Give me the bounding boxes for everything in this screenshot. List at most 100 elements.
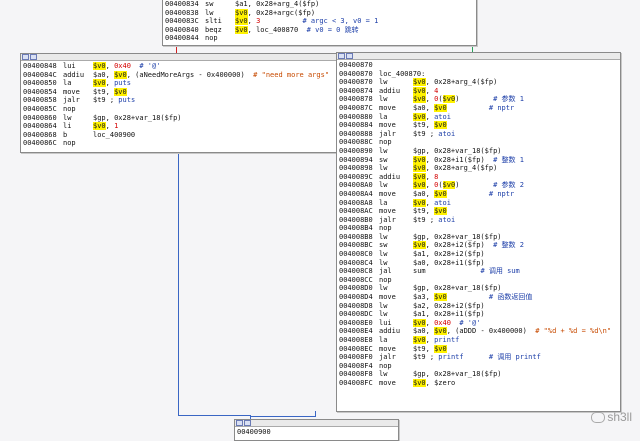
code-line[interactable]: 00400900: [237, 428, 396, 437]
graph-node-icon[interactable]: [22, 54, 29, 60]
code-line[interactable]: 004008A8 la $v0, atoi: [339, 198, 618, 208]
code-line[interactable]: 0040085C nop: [23, 105, 335, 114]
operand[interactable]: atoi: [438, 216, 455, 224]
code-line[interactable]: 004008F8 lw $gp, 0x28+var_18($fp): [339, 370, 618, 379]
code-line[interactable]: 004008AC move $t9, $v0: [339, 207, 618, 216]
code-line[interactable]: 004008EC move $t9, $v0: [339, 344, 618, 354]
code-line[interactable]: 00400868 b loc_400900: [23, 131, 335, 140]
register[interactable]: $v0: [413, 198, 426, 207]
register[interactable]: $v0: [434, 121, 447, 130]
register[interactable]: $v0: [413, 164, 426, 173]
code-block-entry[interactable]: 00400834 sw $a1, 0x28+arg_4($fp) 00400838 lw…: [162, 0, 477, 46]
code-line[interactable]: 00400870: [339, 61, 618, 70]
register[interactable]: $v0: [434, 293, 447, 302]
register[interactable]: $v0: [442, 95, 456, 104]
operand[interactable]: puts: [114, 79, 131, 87]
code-line[interactable]: 00400858 jalr $t9 ; puts: [23, 96, 335, 105]
code-line[interactable]: 00400898 lw $v0, 0x28+arg_4($fp): [339, 164, 618, 173]
code-line[interactable]: 00400844 nop: [165, 34, 474, 43]
register[interactable]: $v0: [235, 8, 248, 17]
code-line[interactable]: 0040087C move $a0, $v0 # nptr: [339, 103, 618, 113]
code-line[interactable]: 004008D4 move $a3, $v0 # 函数返回值: [339, 293, 618, 302]
register[interactable]: $v0: [413, 95, 426, 104]
register[interactable]: $v0: [413, 318, 426, 327]
operand[interactable]: puts: [118, 96, 135, 104]
register[interactable]: $v0: [434, 207, 447, 216]
code-line[interactable]: 004008B0 jalr $t9 ; atoi: [339, 216, 618, 225]
block-titlebar[interactable]: [235, 420, 398, 427]
graph-node-collapse-icon[interactable]: [346, 53, 353, 59]
code-line[interactable]: 00400870 loc_400870:: [339, 70, 618, 79]
code-block-need-more-args[interactable]: 00400848 lui $v0, 0x40 # '@' 0040084C addiu $…: [20, 53, 338, 153]
code-line[interactable]: 00400848 lui $v0, 0x40 # '@': [23, 62, 335, 71]
register[interactable]: $v0: [93, 122, 106, 131]
code-line[interactable]: 004008E4 addiu $a0, $v0, (aDDD - 0x400000)…: [339, 327, 618, 336]
code-line[interactable]: 004008A4 move $a0, $v0 # nptr: [339, 189, 618, 199]
code-line[interactable]: 00400894 sw $v0, 0x28+i1($fp) # 整数 1: [339, 155, 618, 165]
block-titlebar[interactable]: [337, 53, 620, 60]
register[interactable]: $v0: [114, 70, 127, 79]
register[interactable]: $v0: [93, 62, 106, 70]
operand[interactable]: atoi: [438, 130, 455, 138]
register[interactable]: $v0: [93, 79, 106, 88]
graph-node-icon[interactable]: [236, 420, 243, 426]
operand[interactable]: printf: [434, 336, 459, 344]
register[interactable]: $v0: [413, 241, 426, 250]
code-line[interactable]: 0040084C addiu $a0, $v0, (aNeedMoreArgs - …: [23, 70, 335, 80]
register[interactable]: $v0: [434, 103, 447, 112]
register[interactable]: $v0: [235, 25, 248, 34]
code-line[interactable]: 004008C8 jal sum # 调用 sum: [339, 267, 618, 276]
code-line[interactable]: 004008F4 nop: [339, 362, 618, 371]
code-line[interactable]: 00400850 la $v0, puts: [23, 79, 335, 88]
code-block-loc-400870[interactable]: 00400870 00400870 loc_400870: 00400870 lw $v0…: [336, 52, 621, 412]
code-line[interactable]: 0040086C nop: [23, 139, 335, 148]
code-line[interactable]: 004008CC nop: [339, 276, 618, 285]
code-line[interactable]: 00400864 li $v0, 1: [23, 122, 335, 131]
code-line[interactable]: 004008A0 lw $v0, 0($v0) # 参数 2: [339, 181, 618, 190]
operand[interactable]: atoi: [434, 199, 451, 207]
graph-node-collapse-icon[interactable]: [244, 420, 251, 426]
code-line[interactable]: 004008C0 lw $a1, 0x28+i2($fp): [339, 250, 618, 259]
code-line[interactable]: 004008F0 jalr $t9 ; printf # 调用 printf: [339, 353, 618, 362]
register[interactable]: $v0: [434, 189, 447, 198]
code-line[interactable]: 00400890 lw $gp, 0x28+var_18($fp): [339, 147, 618, 156]
register[interactable]: $v0: [413, 181, 426, 190]
graph-node-icon[interactable]: [338, 53, 345, 59]
code-line[interactable]: 004008FC move $v0, $zero: [339, 378, 618, 388]
code-line[interactable]: 00400854 move $t9, $v0: [23, 87, 335, 97]
code-line[interactable]: 00400838 lw $v0, 0x28+argc($fp): [165, 8, 474, 18]
graph-node-collapse-icon[interactable]: [30, 54, 37, 60]
register[interactable]: $v0: [413, 155, 426, 164]
code-line[interactable]: 00400870 lw $v0, 0x28+arg_4($fp): [339, 78, 618, 87]
code-block-loc-400900[interactable]: 00400900: [234, 419, 399, 441]
register[interactable]: $v0: [413, 336, 426, 344]
code-line[interactable]: 004008D0 lw $gp, 0x28+var_18($fp): [339, 284, 618, 293]
code-line[interactable]: 00400888 jalr $t9 ; atoi: [339, 130, 618, 139]
register[interactable]: $v0: [114, 87, 127, 96]
register[interactable]: $v0: [413, 78, 426, 87]
code-line[interactable]: 004008C4 lw $a0, 0x28+i1($fp): [339, 259, 618, 268]
code-line[interactable]: 0040083C slti $v0, 3 # argc < 3, v0 = 1: [165, 17, 474, 26]
register[interactable]: $v0: [413, 86, 426, 95]
block-titlebar[interactable]: [21, 54, 337, 61]
operand[interactable]: atoi: [434, 113, 451, 121]
code-line[interactable]: 004008E0 lui $v0, 0x40 # '@': [339, 318, 618, 328]
register[interactable]: $v0: [235, 17, 248, 26]
code-line[interactable]: 004008D8 lw $a2, 0x28+i2($fp): [339, 302, 618, 311]
code-line[interactable]: 00400878 lw $v0, 0($v0) # 参数 1: [339, 95, 618, 104]
code-line[interactable]: 0040088C nop: [339, 138, 618, 147]
register[interactable]: $v0: [442, 181, 456, 190]
code-line[interactable]: 004008BC sw $v0, 0x28+i2($fp) # 整数 2: [339, 241, 618, 250]
operand[interactable]: printf: [438, 353, 463, 361]
register[interactable]: $v0: [413, 112, 426, 121]
code-line[interactable]: 00400834 sw $a1, 0x28+arg_4($fp): [165, 0, 474, 9]
code-line[interactable]: 004008DC lw $a1, 0x28+i1($fp): [339, 310, 618, 319]
code-line[interactable]: 004008B4 nop: [339, 224, 618, 233]
code-line[interactable]: 004008E8 la $v0, printf: [339, 336, 618, 345]
register[interactable]: $v0: [413, 172, 426, 181]
code-line[interactable]: 00400884 move $t9, $v0: [339, 121, 618, 130]
code-line[interactable]: 00400880 la $v0, atoi: [339, 112, 618, 122]
code-line[interactable]: 00400860 lw $gp, 0x28+var_18($fp): [23, 114, 335, 123]
code-line[interactable]: 00400840 beqz $v0, loc_400870 # v0 = 0 跳转: [165, 25, 474, 35]
register[interactable]: $v0: [434, 327, 447, 336]
